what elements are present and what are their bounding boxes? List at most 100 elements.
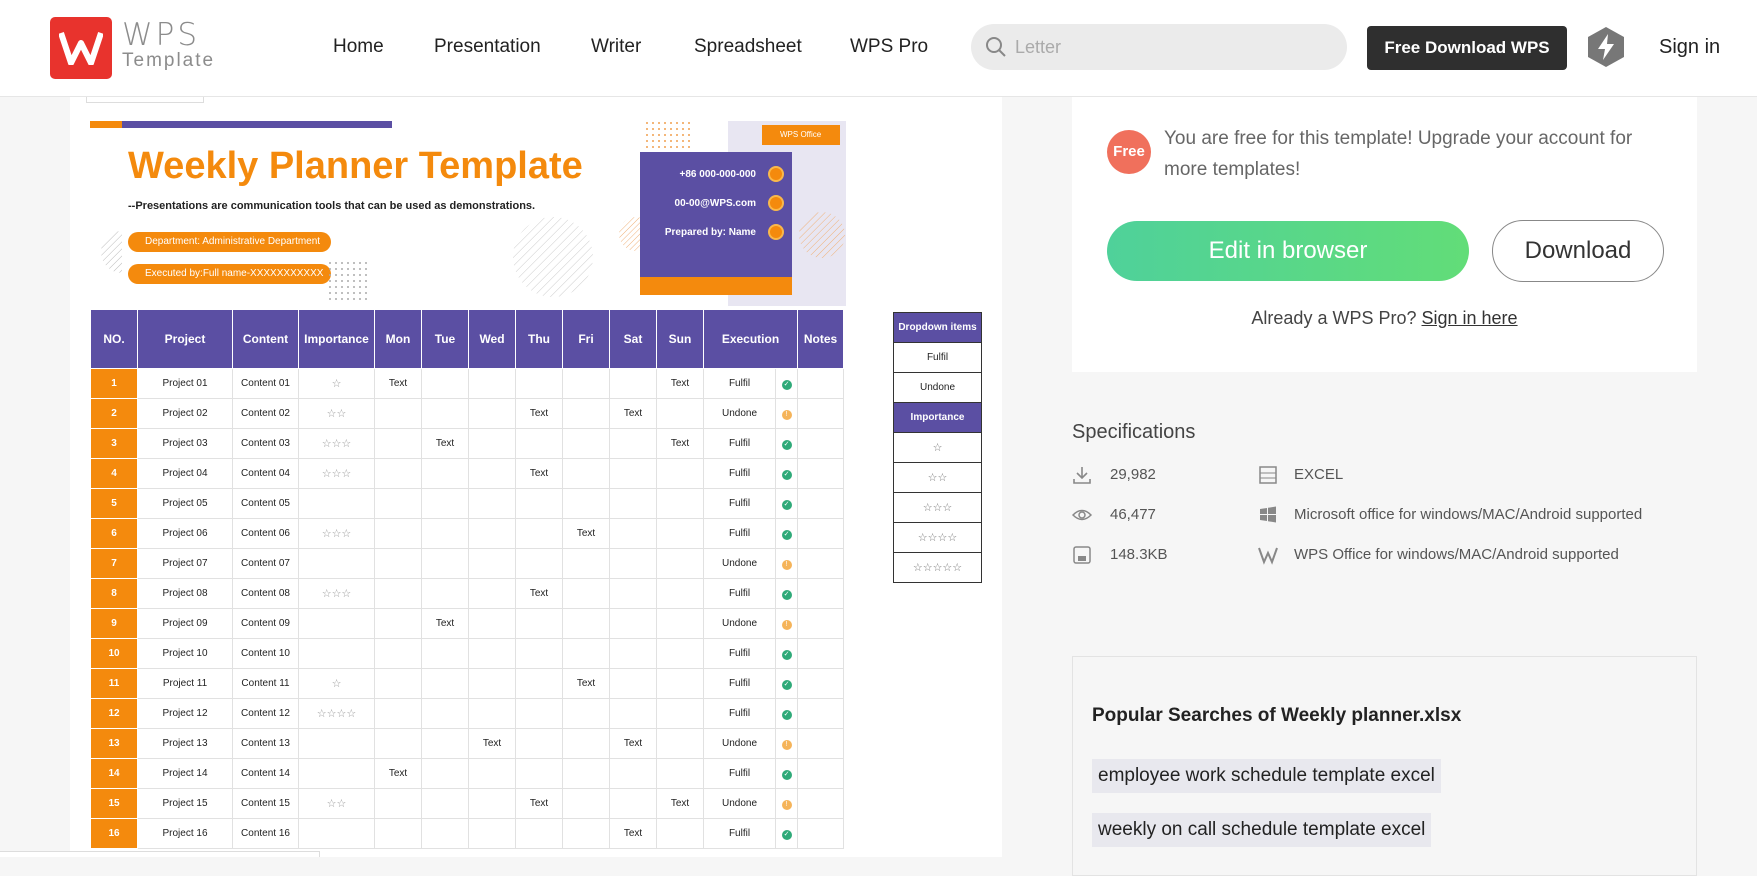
tue-cell xyxy=(421,698,469,729)
notes-cell xyxy=(797,548,844,579)
fri-cell xyxy=(562,608,610,639)
project-cell: Project 08 xyxy=(137,578,233,609)
wed-cell xyxy=(468,698,516,729)
project-cell: Project 03 xyxy=(137,428,233,459)
planner-table: NO. Project Content Importance Mon Tue W… xyxy=(90,309,844,849)
phone-icon xyxy=(768,166,784,182)
wed-cell xyxy=(468,368,516,399)
table-row: 11 Project 11 Content 11 ☆ Text Fulfil ✓ xyxy=(90,668,844,699)
execution-cell: Fulfil xyxy=(703,368,776,399)
no-cell: 8 xyxy=(90,578,138,609)
tue-cell xyxy=(421,368,469,399)
fri-cell: Text xyxy=(562,668,610,699)
execution-cell: Fulfil xyxy=(703,758,776,789)
project-cell: Project 15 xyxy=(137,788,233,819)
thu-cell: Text xyxy=(515,398,563,429)
importance-cell: ☆☆☆☆ xyxy=(298,698,375,729)
template-preview: Weekly Planner Template --Presentations … xyxy=(70,97,1002,857)
mon-cell: Text xyxy=(374,758,422,789)
status-cell: ✓ xyxy=(775,368,798,399)
project-cell: Project 14 xyxy=(137,758,233,789)
tue-cell xyxy=(421,578,469,609)
importance-cell xyxy=(298,818,375,849)
email-icon xyxy=(768,195,784,211)
dropdown-header: Dropdown items xyxy=(893,312,982,343)
sun-cell xyxy=(656,698,704,729)
col-importance: Importance xyxy=(298,309,375,369)
sign-in-link[interactable]: Sign in xyxy=(1659,36,1720,59)
importance-item: ☆☆☆ xyxy=(893,492,982,523)
execution-cell: Undone xyxy=(703,728,776,759)
content-cell: Content 16 xyxy=(232,818,299,849)
content-cell: Content 07 xyxy=(232,548,299,579)
spec-ms-support: Microsoft office for windows/MAC/Android… xyxy=(1294,506,1643,523)
thu-cell xyxy=(515,728,563,759)
user-icon xyxy=(768,224,784,240)
thu-cell xyxy=(515,698,563,729)
execution-cell: Fulfil xyxy=(703,518,776,549)
mon-cell xyxy=(374,548,422,579)
status-cell: ✓ xyxy=(775,638,798,669)
logo-text[interactable]: WPS Template xyxy=(122,20,215,72)
popular-tag[interactable]: employee work schedule template excel xyxy=(1092,759,1441,793)
contact-box: +86 000-000-000 00-00@WPS.com Prepared b… xyxy=(640,152,792,295)
file-size-icon xyxy=(1073,546,1091,564)
sign-in-here-link[interactable]: Sign in here xyxy=(1422,308,1518,328)
dot-grid-decoration xyxy=(645,121,693,151)
sat-cell xyxy=(609,698,657,729)
execution-cell: Undone xyxy=(703,398,776,429)
spec-downloads: 29,982 xyxy=(1110,466,1156,483)
nav-spreadsheet[interactable]: Spreadsheet xyxy=(694,36,802,58)
execution-cell: Fulfil xyxy=(703,428,776,459)
status-cell: ✓ xyxy=(775,458,798,489)
notes-cell xyxy=(797,758,844,789)
search-input[interactable] xyxy=(1015,34,1325,60)
nav-presentation[interactable]: Presentation xyxy=(434,36,541,58)
nav-home[interactable]: Home xyxy=(333,36,384,58)
warning-icon: ! xyxy=(781,619,792,630)
wed-cell xyxy=(468,788,516,819)
importance-cell: ☆☆☆ xyxy=(298,458,375,489)
fri-cell xyxy=(562,458,610,489)
search-box[interactable] xyxy=(971,24,1347,70)
sun-cell xyxy=(656,608,704,639)
sat-cell: Text xyxy=(609,398,657,429)
status-cell: ✓ xyxy=(775,818,798,849)
content-cell: Content 08 xyxy=(232,578,299,609)
spec-views: 46,477 xyxy=(1110,506,1156,523)
wps-logo-icon[interactable] xyxy=(50,17,112,79)
status-cell: ! xyxy=(775,728,798,759)
status-cell: ✓ xyxy=(775,578,798,609)
execution-cell: Fulfil xyxy=(703,458,776,489)
popular-tag[interactable]: weekly on call schedule template excel xyxy=(1092,813,1432,847)
spec-size: 148.3KB xyxy=(1110,546,1168,563)
project-cell: Project 13 xyxy=(137,728,233,759)
notes-cell xyxy=(797,368,844,399)
pro-bolt-icon[interactable] xyxy=(1586,26,1626,68)
tue-cell xyxy=(421,818,469,849)
popular-searches: Popular Searches of Weekly planner.xlsx … xyxy=(1072,656,1697,876)
mon-cell xyxy=(374,428,422,459)
check-icon: ✓ xyxy=(781,469,792,480)
nav-writer[interactable]: Writer xyxy=(591,36,641,58)
table-row: 9 Project 09 Content 09 Text Undone! xyxy=(90,608,844,639)
check-icon: ✓ xyxy=(781,769,792,780)
tue-cell xyxy=(421,758,469,789)
dropdown-item: Fulfil xyxy=(893,342,982,373)
mon-cell xyxy=(374,518,422,549)
free-download-button[interactable]: Free Download WPS xyxy=(1367,26,1567,70)
download-button[interactable]: Download xyxy=(1492,220,1664,282)
nav-wps-pro[interactable]: WPS Pro xyxy=(850,36,928,58)
content-cell: Content 05 xyxy=(232,488,299,519)
mon-cell xyxy=(374,488,422,519)
importance-cell: ☆ xyxy=(298,368,375,399)
popular-title: Popular Searches of Weekly planner.xlsx xyxy=(1092,705,1462,726)
no-cell: 13 xyxy=(90,728,138,759)
project-cell: Project 06 xyxy=(137,518,233,549)
no-cell: 14 xyxy=(90,758,138,789)
dropdown-items-table: Dropdown items Fulfil Undone Importance … xyxy=(893,312,982,583)
edit-in-browser-button[interactable]: Edit in browser xyxy=(1107,221,1469,281)
spec-format: EXCEL xyxy=(1294,466,1344,483)
sun-cell xyxy=(656,638,704,669)
notes-cell xyxy=(797,488,844,519)
